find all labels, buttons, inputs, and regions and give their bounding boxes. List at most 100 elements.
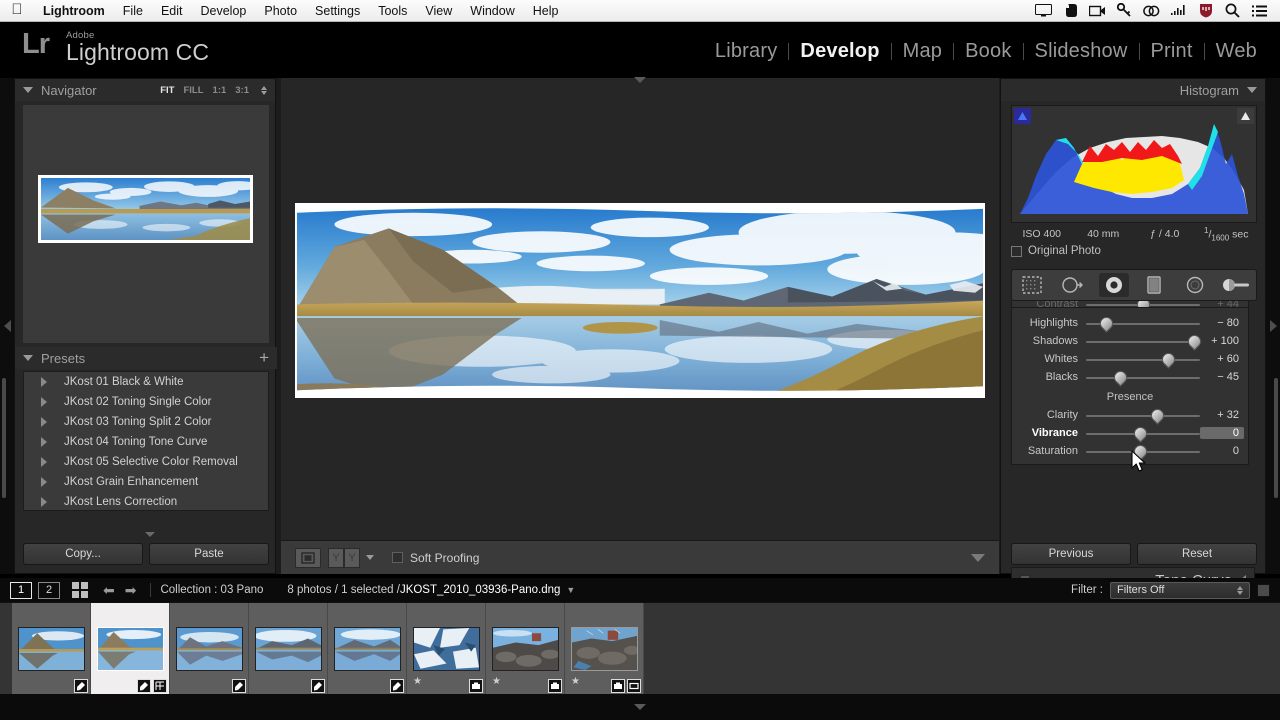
clarity-slider-track[interactable] [1086,406,1200,424]
menu-item-lightroom[interactable]: Lightroom [34,0,114,22]
collection-badge-icon[interactable] [611,679,625,693]
radial-filter-tool[interactable] [1180,273,1210,297]
expand-icon[interactable] [41,497,47,507]
vibrance-value[interactable]: 0 [1200,427,1244,439]
menu-item-file[interactable]: File [114,0,152,22]
original-photo-row[interactable]: Original Photo [1011,245,1101,257]
cropped-badge-icon[interactable] [627,679,641,693]
filter-stepper-icon[interactable] [1237,586,1243,595]
module-print[interactable]: Print [1140,40,1204,63]
expand-icon[interactable] [41,417,47,427]
copy-button[interactable]: Copy... [23,543,143,565]
previous-button[interactable]: Previous [1011,543,1131,565]
navigator-preview-area[interactable] [23,105,269,343]
edited-badge-icon[interactable] [311,679,325,693]
disclosure-triangle-icon[interactable] [23,87,33,93]
before-after-y2[interactable]: Y [344,548,360,568]
page-button-2[interactable]: 2 [38,582,60,599]
collection-badge-icon[interactable] [469,679,483,693]
module-library[interactable]: Library [704,40,789,63]
apple-icon[interactable]:  [0,2,34,19]
display-icon[interactable] [1031,0,1056,22]
top-panel-handle[interactable] [634,77,646,83]
loupe-view-icon[interactable] [295,548,321,568]
preset-item[interactable]: JKost 02 Toning Single Color [24,392,268,412]
zoom-stepper[interactable] [261,86,267,95]
zoom-fill[interactable]: FILL [183,85,203,96]
module-slideshow[interactable]: Slideshow [1024,40,1139,63]
preset-item[interactable]: JKost 01 Black & White [24,372,268,392]
histogram-header[interactable]: Histogram [1001,79,1265,101]
preset-item[interactable]: JKost Grain Enhancement [24,472,268,492]
graduated-filter-tool[interactable] [1139,273,1169,297]
zoom-3-1[interactable]: 3:1 [235,85,249,96]
search-icon[interactable] [1220,0,1245,22]
expand-icon[interactable] [41,477,47,487]
preset-item[interactable]: JKost 03 Toning Split 2 Color [24,412,268,432]
equalizer-icon[interactable] [1166,0,1191,22]
add-preset-icon[interactable]: + [259,352,269,364]
preset-item[interactable]: JKost 05 Selective Color Removal [24,452,268,472]
module-map[interactable]: Map [892,40,954,63]
preset-item[interactable]: JKost Lens Correction [24,492,268,511]
edited-badge-icon[interactable] [232,679,246,693]
star-rating[interactable]: ★ [413,676,422,687]
current-filename[interactable]: JKOST_2010_03936-Pano.dng [400,584,560,596]
filmstrip-item[interactable] [12,603,91,695]
menu-item-tools[interactable]: Tools [369,0,416,22]
presets-list[interactable]: JKost 01 Black & White JKost 02 Toning S… [23,371,269,511]
collection-label[interactable]: Collection : 03 Pano [160,584,263,596]
bottom-collapse-bar[interactable] [0,694,1280,720]
arrow-left-icon[interactable]: ⬅ [103,582,115,599]
highlights-value[interactable]: − 80 [1200,317,1244,329]
grid-view-icon[interactable] [72,582,88,598]
key-icon[interactable] [1112,0,1137,22]
filmstrip-item[interactable] [249,603,328,695]
disclosure-triangle-icon[interactable] [23,355,33,361]
edited-badge-icon[interactable] [390,679,404,693]
expand-icon[interactable] [41,397,47,407]
main-photo[interactable] [295,203,985,398]
filmstrip-item-selected[interactable] [91,603,170,695]
vibrance-slider-track[interactable] [1086,424,1200,442]
presets-header[interactable]: Presets + [15,347,277,369]
list-icon[interactable] [1247,0,1272,22]
shield-icon[interactable] [1193,0,1218,22]
toolbar-options-icon[interactable] [971,554,985,562]
preset-item[interactable]: JKost 04 Toning Tone Curve [24,432,268,452]
before-after-buttons[interactable]: Y Y [328,548,360,568]
filmstrip-item[interactable]: ★ [565,603,644,695]
filter-select[interactable]: Filters Off [1110,582,1250,599]
right-panel-collapse-handle[interactable] [1266,78,1280,574]
saturation-value[interactable]: 0 [1200,445,1244,457]
navigator-header[interactable]: Navigator FIT FILL 1:1 3:1 [15,79,275,101]
paste-button[interactable]: Paste [149,543,269,565]
original-photo-checkbox[interactable] [1011,246,1022,257]
expand-icon[interactable] [41,437,47,447]
collection-badge-icon[interactable] [548,679,562,693]
whites-value[interactable]: + 60 [1200,353,1244,365]
menu-item-help[interactable]: Help [524,0,568,22]
shadows-slider-track[interactable] [1086,332,1200,350]
crop-overlay-tool[interactable] [1017,273,1047,297]
menu-item-edit[interactable]: Edit [152,0,192,22]
module-develop[interactable]: Develop [789,40,890,63]
highlights-slider-track[interactable] [1086,314,1200,332]
module-book[interactable]: Book [954,40,1022,63]
whites-slider-track[interactable] [1086,350,1200,368]
presets-scroll-indicator[interactable] [145,532,155,537]
edited-badge-icon[interactable] [137,679,151,693]
menu-item-view[interactable]: View [416,0,461,22]
edited-badge-icon[interactable] [74,679,88,693]
before-after-dropdown-icon[interactable] [366,555,374,560]
red-eye-correction-tool[interactable] [1099,273,1129,297]
screen-record-icon[interactable] [1085,0,1110,22]
filmstrip-item[interactable]: ★ [486,603,565,695]
left-panel-scrollbar[interactable] [2,378,6,498]
soft-proofing-checkbox[interactable] [392,552,403,563]
blacks-value[interactable]: − 45 [1200,371,1244,383]
filter-swatch-icon[interactable] [1257,584,1270,597]
clarity-value[interactable]: + 32 [1200,409,1244,421]
menu-item-photo[interactable]: Photo [255,0,306,22]
reset-button[interactable]: Reset [1137,543,1257,565]
